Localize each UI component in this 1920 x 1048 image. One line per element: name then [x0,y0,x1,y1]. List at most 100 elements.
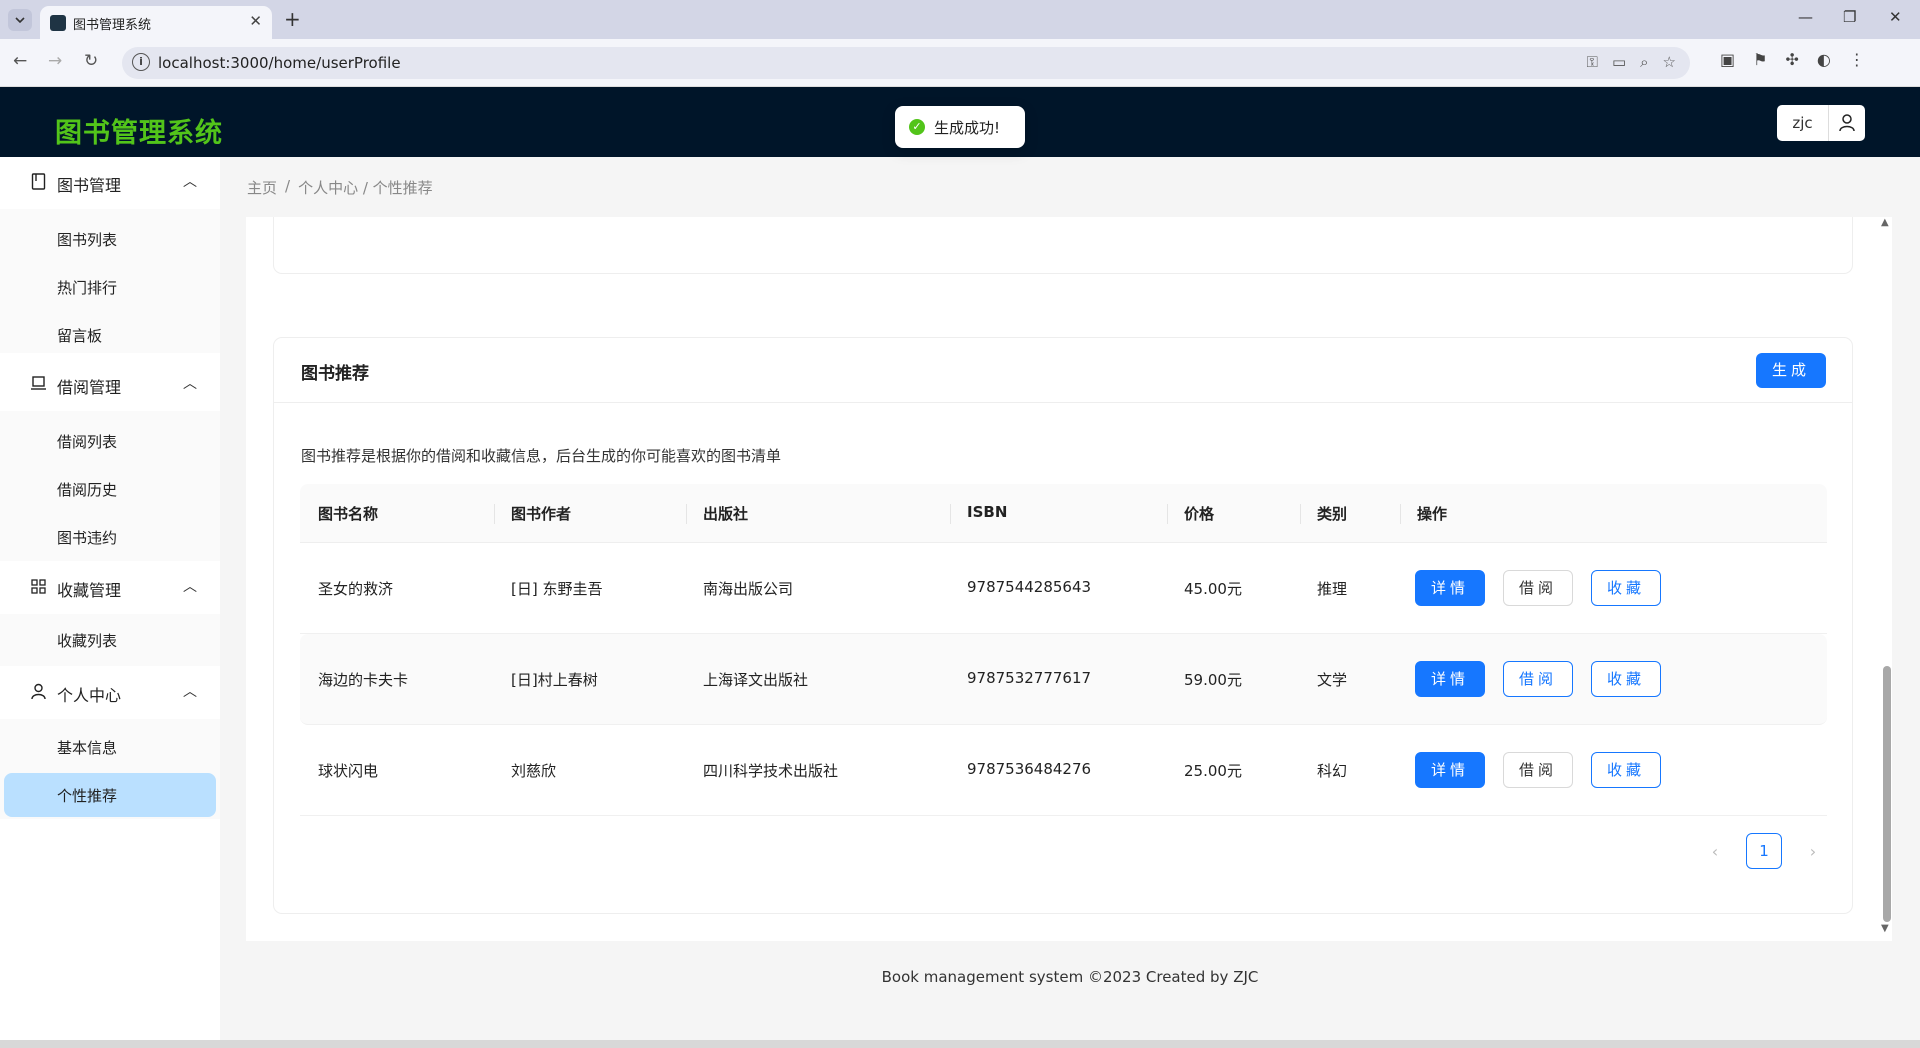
menu-group-collect[interactable]: 收藏管理 ︿ [0,562,220,614]
cell-category: 文学 [1317,671,1348,689]
sidebar-item-basic-info[interactable]: 基本信息 [4,725,216,769]
collect-button[interactable]: 收藏 [1591,752,1661,788]
book-icon [31,173,46,190]
prev-page-icon[interactable]: ‹ [1704,842,1726,861]
profile-avatar-icon[interactable]: ◐ [1817,50,1831,69]
extension-icon[interactable]: ▣ [1720,50,1735,69]
card-header: 图书推荐 生成 [274,338,1852,403]
user-menu[interactable]: zjc [1777,105,1865,141]
forward-arrow-icon[interactable]: → [48,51,62,71]
column-divider [950,504,951,524]
extensions-puzzle-icon[interactable]: ✣ [1785,50,1798,69]
cell-author: 刘慈欣 [511,762,557,780]
chevron-up-icon: ︿ [183,579,197,595]
cell-isbn: 9787544285643 [967,578,1092,596]
user-avatar-icon[interactable] [1829,105,1865,141]
url-field[interactable]: i localhost:3000/home/userProfile ⚿ ▭ ⌕ … [122,47,1690,79]
detail-button[interactable]: 详情 [1415,570,1485,606]
scroll-up-icon[interactable]: ▲ [1881,217,1889,228]
laptop-icon [31,376,46,390]
collect-button[interactable]: 收藏 [1591,661,1661,697]
cell-price: 45.00元 [1184,580,1242,598]
horizontal-scrollbar[interactable] [0,1040,1920,1048]
install-app-icon[interactable]: ▭ [1612,53,1626,71]
tab-search-button[interactable] [8,9,32,31]
chevron-down-icon [15,17,25,23]
recommend-table: 图书名称 图书作者 出版社 ISBN 价格 类别 操作 圣女的救济 [日] 东野… [300,484,1827,816]
zoom-icon[interactable]: ⌕ [1640,53,1648,71]
cell-category: 推理 [1317,580,1348,598]
sidebar-item-violations[interactable]: 图书违约 [4,515,216,559]
card-description: 图书推荐是根据你的借阅和收藏信息，后台生成的你可能喜欢的图书清单 [301,447,782,465]
close-tab-icon[interactable]: ✕ [249,12,262,30]
cell-name: 圣女的救济 [318,580,394,598]
url-actions: ⚿ ▭ ⌕ ☆ [1587,53,1676,71]
generate-button[interactable]: 生成 [1756,353,1826,388]
app-logo: 图书管理系统 [55,118,223,149]
menu-group-borrow[interactable]: 借阅管理 ︿ [0,359,220,411]
card-title: 图书推荐 [301,364,369,384]
cell-publisher: 南海出版公司 [703,580,794,598]
submenu-collect: 收藏列表 [0,614,220,666]
breadcrumb-home[interactable]: 主页 [247,177,277,198]
recommend-card: 图书推荐 生成 图书推荐是根据你的借阅和收藏信息，后台生成的你可能喜欢的图书清单… [273,337,1853,914]
reading-list-icon[interactable]: ⚑ [1753,50,1767,69]
table-row: 球状闪电 刘慈欣 四川科学技术出版社 9787536484276 25.00元 … [300,725,1827,816]
key-icon[interactable]: ⚿ [1587,53,1598,71]
breadcrumb: 主页 / 个人中心 / 个性推荐 [247,177,433,198]
table-header: 图书名称 图书作者 出版社 ISBN 价格 类别 操作 [300,484,1827,543]
react-favicon-icon [50,15,66,31]
detail-button[interactable]: 详情 [1415,752,1485,788]
sidebar-item-borrow-history[interactable]: 借阅历史 [4,467,216,511]
borrow-button[interactable]: 借阅 [1503,661,1573,697]
sidebar-item-collect-list[interactable]: 收藏列表 [4,618,216,662]
sidebar-item-borrow-list[interactable]: 借阅列表 [4,419,216,463]
success-toast: ✓ 生成成功! [895,106,1025,148]
breadcrumb-separator: / [285,177,291,195]
collect-button[interactable]: 收藏 [1591,570,1661,606]
browser-toolbar: ▣ ⚑ ✣ ◐ ⋮ [1720,50,1865,69]
address-bar-row: ← → ↻ i localhost:3000/home/userProfile … [0,39,1920,87]
borrow-button[interactable]: 借阅 [1503,752,1573,788]
appstore-icon [31,579,46,594]
menu-group-book[interactable]: 图书管理 ︿ [0,157,220,209]
page-button[interactable]: 1 [1746,833,1782,869]
cell-author: [日] 东野圭吾 [511,580,603,598]
sidebar-item-hot-rank[interactable]: 热门排行 [4,265,216,309]
detail-button[interactable]: 详情 [1415,661,1485,697]
more-menu-icon[interactable]: ⋮ [1849,50,1865,69]
close-window-button[interactable]: ✕ [1889,8,1902,26]
scrollbar-thumb[interactable] [1883,666,1891,922]
cell-name: 球状闪电 [318,762,379,780]
borrow-button[interactable]: 借阅 [1503,570,1573,606]
menu-group-label: 借阅管理 [57,378,122,397]
chevron-up-icon: ︿ [183,174,197,190]
restore-button[interactable]: ❐ [1843,8,1856,26]
back-arrow-icon[interactable]: ← [13,51,27,71]
next-page-icon[interactable]: › [1802,842,1824,861]
submenu-borrow: 借阅列表 借阅历史 图书违约 [0,411,220,561]
column-divider [1400,504,1401,524]
table-row: 圣女的救济 [日] 东野圭吾 南海出版公司 9787544285643 45.0… [300,543,1827,634]
bookmark-star-icon[interactable]: ☆ [1663,53,1676,71]
minimize-button[interactable]: — [1798,8,1813,26]
menu-group-profile[interactable]: 个人中心 ︿ [0,667,220,719]
cell-isbn: 9787532777617 [967,669,1092,687]
browser-tab[interactable]: 图书管理系统 ✕ [40,6,272,39]
submenu-book: 图书列表 热门排行 留言板 [0,209,220,353]
check-circle-icon: ✓ [909,119,925,135]
pagination: ‹ 1 › [1704,833,1824,869]
user-icon [31,683,46,700]
sidebar-item-recommend[interactable]: 个性推荐 [4,773,216,817]
sidebar-item-book-list[interactable]: 图书列表 [4,217,216,261]
sidebar: 图书管理 ︿ 图书列表 热门排行 留言板 借阅管理 ︿ 借阅列表 借阅历史 图书… [0,157,220,1048]
tab-title: 图书管理系统 [73,18,152,33]
site-info-icon[interactable]: i [132,53,150,71]
column-divider [1167,504,1168,524]
column-header: 图书名称 [318,505,379,523]
scroll-down-icon[interactable]: ▼ [1881,923,1889,934]
menu-group-label: 收藏管理 [57,581,122,600]
sidebar-item-message-board[interactable]: 留言板 [4,313,216,357]
new-tab-button[interactable]: + [284,7,301,31]
reload-icon[interactable]: ↻ [84,51,98,71]
